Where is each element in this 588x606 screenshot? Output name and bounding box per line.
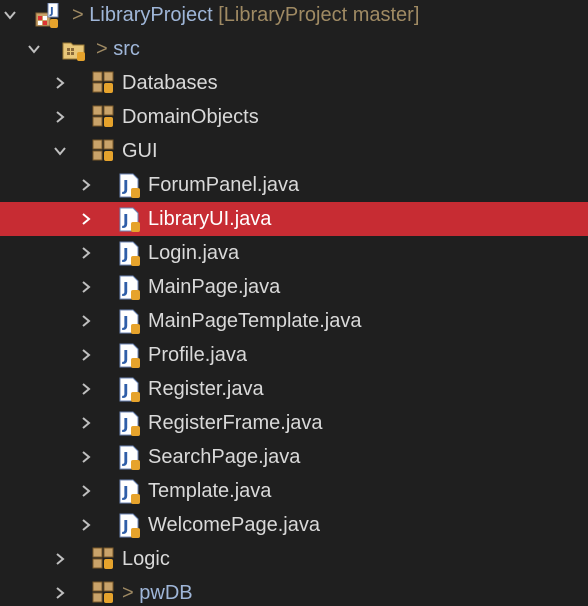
- chevron-right-icon[interactable]: [50, 576, 70, 606]
- tree-row-java-file[interactable]: J Template.java: [0, 474, 588, 508]
- pwdb-name: pwDB: [139, 582, 193, 604]
- chevron-right-icon[interactable]: [76, 508, 96, 542]
- svg-text:J: J: [122, 347, 129, 365]
- package-label-databases: Databases: [122, 72, 218, 94]
- java-file-icon: J: [118, 377, 142, 402]
- package-label-logic: Logic: [122, 548, 170, 570]
- chevron-right-icon[interactable]: [76, 338, 96, 372]
- chevron-down-icon[interactable]: [50, 134, 70, 168]
- java-file-icon: J: [118, 479, 142, 504]
- source-folder-icon: [62, 37, 86, 61]
- chevron-down-icon[interactable]: [24, 32, 44, 66]
- tree-row-databases[interactable]: Databases: [0, 66, 588, 100]
- tree-row-src[interactable]: > src: [0, 32, 588, 66]
- java-file-icon: J: [118, 173, 142, 198]
- java-file-label: Login.java: [148, 242, 240, 264]
- tree-row-java-file[interactable]: J SearchPage.java: [0, 440, 588, 474]
- svg-text:J: J: [122, 279, 129, 297]
- package-icon: [92, 581, 116, 605]
- tree-row-java-file[interactable]: J Login.java: [0, 236, 588, 270]
- tree-row-java-file-selected[interactable]: J LibraryUI.java: [0, 202, 588, 236]
- java-file-label: MainPageTemplate.java: [148, 310, 362, 332]
- java-file-icon: J: [118, 275, 142, 300]
- tree-row-domainobjects[interactable]: DomainObjects: [0, 100, 588, 134]
- svg-text:J: J: [122, 415, 129, 433]
- svg-text:J: J: [122, 449, 129, 467]
- src-name: src: [113, 38, 140, 60]
- project-prefix: >: [72, 4, 84, 26]
- java-file-icon: J: [118, 309, 142, 334]
- svg-text:J: J: [122, 211, 129, 229]
- project-label: > LibraryProject [LibraryProject master]: [72, 0, 419, 32]
- chevron-right-icon[interactable]: [50, 100, 70, 134]
- chevron-right-icon[interactable]: [50, 542, 70, 576]
- pwdb-prefix: >: [122, 582, 134, 604]
- tree-row-java-file[interactable]: J ForumPanel.java: [0, 168, 588, 202]
- java-file-icon: J: [118, 513, 142, 538]
- package-icon: [92, 547, 116, 571]
- tree-row-java-file[interactable]: J Profile.java: [0, 338, 588, 372]
- chevron-right-icon[interactable]: [76, 304, 96, 338]
- java-file-label: ForumPanel.java: [148, 174, 300, 196]
- package-explorer-tree: J > LibraryProject [LibraryProject maste…: [0, 0, 588, 606]
- chevron-right-icon[interactable]: [50, 66, 70, 100]
- java-project-icon: J: [34, 3, 59, 28]
- java-file-icon: J: [118, 241, 142, 266]
- chevron-right-icon[interactable]: [76, 474, 96, 508]
- java-file-label: LibraryUI.java: [148, 208, 272, 230]
- tree-row-java-file[interactable]: J WelcomePage.java: [0, 508, 588, 542]
- tree-row-java-file[interactable]: J RegisterFrame.java: [0, 406, 588, 440]
- chevron-right-icon[interactable]: [76, 202, 96, 236]
- java-file-label: MainPage.java: [148, 276, 281, 298]
- java-file-label: RegisterFrame.java: [148, 412, 323, 434]
- tree-row-project[interactable]: J > LibraryProject [LibraryProject maste…: [0, 0, 588, 32]
- svg-text:J: J: [122, 177, 129, 195]
- chevron-right-icon[interactable]: [76, 236, 96, 270]
- package-icon: [92, 139, 116, 163]
- project-name: LibraryProject: [89, 4, 213, 26]
- package-icon: [92, 105, 116, 129]
- java-file-icon: J: [118, 445, 142, 470]
- chevron-right-icon[interactable]: [76, 270, 96, 304]
- svg-text:J: J: [122, 517, 129, 535]
- svg-text:J: J: [122, 483, 129, 501]
- svg-text:J: J: [122, 313, 129, 331]
- src-prefix: >: [96, 38, 108, 60]
- chevron-right-icon[interactable]: [76, 406, 96, 440]
- tree-row-java-file[interactable]: J MainPage.java: [0, 270, 588, 304]
- package-label-gui: GUI: [122, 140, 158, 162]
- java-file-label: Template.java: [148, 480, 272, 502]
- java-file-icon: J: [118, 343, 142, 368]
- svg-text:J: J: [122, 381, 129, 399]
- tree-row-logic[interactable]: Logic: [0, 542, 588, 576]
- chevron-right-icon[interactable]: [76, 168, 96, 202]
- tree-row-pwdb[interactable]: > pwDB: [0, 576, 588, 606]
- package-label-pwdb: > pwDB: [122, 576, 193, 606]
- project-repo-label: [LibraryProject master]: [218, 4, 420, 26]
- svg-text:J: J: [49, 6, 54, 17]
- java-file-icon: J: [118, 207, 142, 232]
- tree-row-java-file[interactable]: J MainPageTemplate.java: [0, 304, 588, 338]
- tree-row-java-file[interactable]: J Register.java: [0, 372, 588, 406]
- src-label: > src: [96, 32, 140, 66]
- tree-row-gui[interactable]: GUI: [0, 134, 588, 168]
- chevron-down-icon[interactable]: [0, 0, 20, 32]
- java-file-label: SearchPage.java: [148, 446, 301, 468]
- chevron-right-icon[interactable]: [76, 440, 96, 474]
- java-file-label: WelcomePage.java: [148, 514, 320, 536]
- svg-text:J: J: [122, 245, 129, 263]
- chevron-right-icon[interactable]: [76, 372, 96, 406]
- package-label-domainobjects: DomainObjects: [122, 106, 259, 128]
- java-file-label: Register.java: [148, 378, 264, 400]
- java-file-label: Profile.java: [148, 344, 247, 366]
- java-file-icon: J: [118, 411, 142, 436]
- package-icon: [92, 71, 116, 95]
